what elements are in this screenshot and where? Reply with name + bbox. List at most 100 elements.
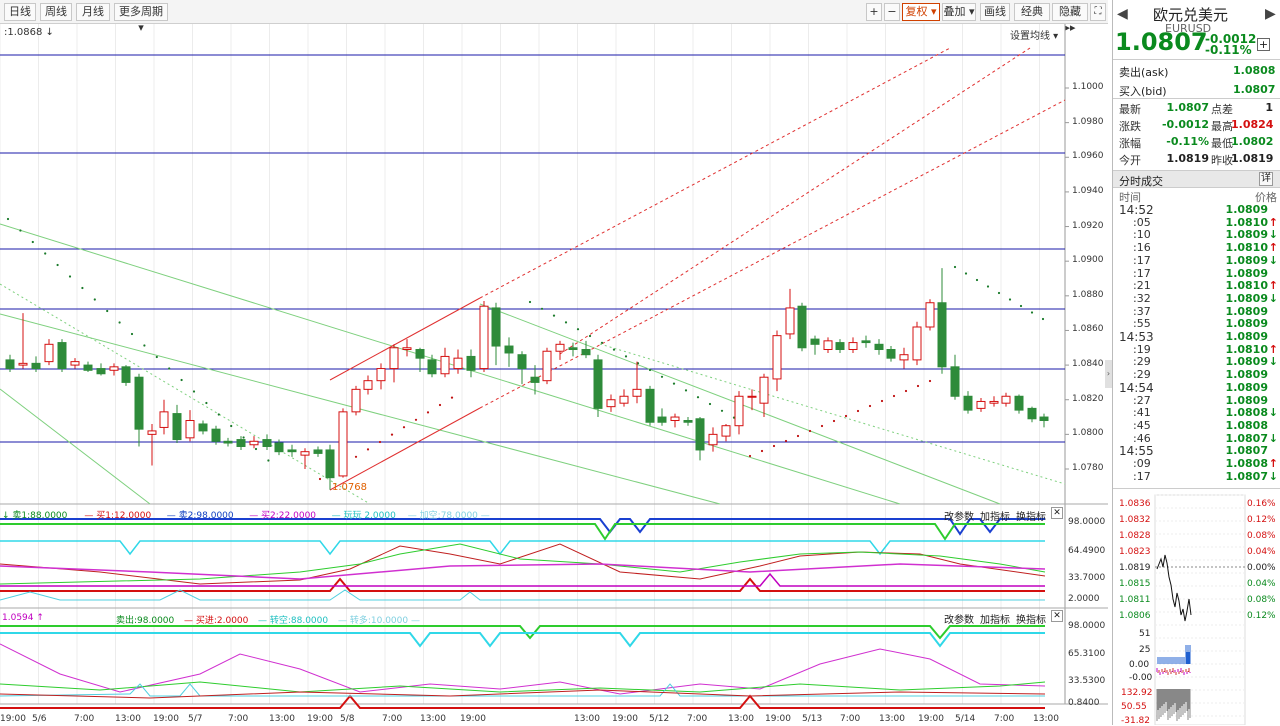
trades-detail-button[interactable]: 详 xyxy=(1259,172,1273,186)
ind1-add-indicator[interactable]: 加指标 xyxy=(980,508,1010,523)
trade-price: 1.0809 xyxy=(1225,253,1268,267)
sar-dot xyxy=(19,229,22,232)
sar-dot xyxy=(118,321,121,324)
trade-time: :10 xyxy=(1133,228,1151,242)
sar-dot xyxy=(528,300,532,304)
sar-dot xyxy=(808,429,812,433)
time-tick: 5/14 xyxy=(955,714,976,724)
candle-body xyxy=(772,335,782,380)
time-tick: 7:00 xyxy=(687,714,708,724)
add-favorite-icon[interactable]: + xyxy=(1257,38,1270,51)
sar-dot xyxy=(1041,317,1045,321)
ind1-legend-item: ↓ 卖1:88.0000 xyxy=(2,511,68,521)
sar-dot xyxy=(378,440,382,444)
candle-body xyxy=(121,366,131,383)
channel-line xyxy=(559,47,1031,355)
ma-setting-dropdown[interactable]: 设置均线 ▾ xyxy=(1010,27,1058,42)
candle-body xyxy=(989,400,999,404)
trade-price: 1.0809 xyxy=(1225,304,1268,318)
hide-button[interactable]: 隐藏 ▸▸ xyxy=(1052,3,1088,34)
time-tick: 5/8 xyxy=(340,714,355,724)
fullscreen-icon[interactable]: ⛶ xyxy=(1090,3,1106,21)
candle-body xyxy=(747,395,757,398)
ind1-close-icon[interactable]: ✕ xyxy=(1051,507,1063,519)
price-tick: 1.0920 xyxy=(1072,220,1104,231)
trend-line xyxy=(0,283,371,505)
prev-symbol-icon[interactable]: ◀ xyxy=(1117,6,1128,22)
candle-body xyxy=(695,418,705,451)
candle-body xyxy=(70,361,80,366)
candle-body xyxy=(249,440,259,446)
draw-line-button[interactable]: 画线 xyxy=(980,3,1010,21)
candle-body xyxy=(18,362,28,366)
candle-body xyxy=(606,399,616,408)
price-tick: 1.0900 xyxy=(1072,255,1104,266)
collapse-panel-handle[interactable]: › xyxy=(1105,360,1112,388)
trend-line xyxy=(0,388,151,505)
next-symbol-icon[interactable]: ▶ xyxy=(1265,6,1276,22)
candle-body xyxy=(1014,395,1024,411)
sar-dot xyxy=(880,399,884,403)
candle-body xyxy=(1001,395,1011,404)
ind2-close-icon[interactable]: ✕ xyxy=(1051,610,1063,622)
sar-dot xyxy=(254,447,258,451)
time-tick: 13:00 xyxy=(420,714,446,724)
ind1-edit-params[interactable]: 改参数 xyxy=(944,508,974,523)
trade-price: 1.0809 xyxy=(1225,317,1268,331)
time-tick: 19:00 xyxy=(918,714,944,724)
candle-body xyxy=(683,420,693,423)
sar-dot xyxy=(414,418,418,421)
sar-dot xyxy=(390,433,394,436)
ind2-add-indicator[interactable]: 加指标 xyxy=(980,611,1010,626)
candle-body xyxy=(83,364,93,371)
sar-dot xyxy=(68,275,72,278)
time-tick: 19:00 xyxy=(460,714,486,724)
adjust-dropdown[interactable]: 复权 ▾ xyxy=(902,3,940,21)
sar-dot xyxy=(928,379,932,383)
mini-ind-label: -0.00 xyxy=(1129,673,1153,683)
candle-body xyxy=(134,376,144,430)
ind2-edit-params[interactable]: 改参数 xyxy=(944,611,974,626)
sar-dot xyxy=(564,321,568,324)
ind1-line xyxy=(0,577,1045,592)
sar-dot xyxy=(796,434,800,438)
stat-label: 点差 xyxy=(1211,103,1233,116)
candle-body xyxy=(937,302,947,368)
tab-monthly[interactable]: 月线 xyxy=(76,3,110,21)
candle-body xyxy=(835,342,845,351)
more-periods-dropdown[interactable]: 更多周期 ▾ xyxy=(114,3,168,34)
ind2-tick: 98.0000 xyxy=(1068,621,1106,631)
candle-body xyxy=(109,366,119,371)
zoom-out-button[interactable]: − xyxy=(884,3,900,21)
mini-pct-label: 0.12% xyxy=(1247,515,1276,525)
candle-body xyxy=(313,449,323,454)
overlay-dropdown[interactable]: 叠加 ▾ xyxy=(942,3,976,21)
sar-dot xyxy=(648,368,652,372)
candle-body xyxy=(5,359,15,370)
ind1-legend-item: — 买2:22.0000 xyxy=(249,511,317,521)
candle-body xyxy=(185,420,195,439)
tab-daily[interactable]: 日线 xyxy=(4,3,36,21)
tab-weekly[interactable]: 周线 xyxy=(40,3,72,21)
down-arrow-icon: ↓ xyxy=(1268,228,1278,242)
quote-panel: ◀ 欧元兑美元 ▶ EURUSD 1.0807 -0.0012 -0.11% +… xyxy=(1112,0,1280,726)
candle-body xyxy=(96,368,106,375)
trade-time: :32 xyxy=(1133,291,1151,305)
candle-body xyxy=(734,395,744,427)
candle-body xyxy=(721,425,731,437)
divider xyxy=(1113,59,1280,60)
ind2-left-value: 1.0594 ↑ xyxy=(2,613,44,623)
chart-area[interactable]: :1.0868 ↓ 设置均线 ▾ 1.1000 1.0980 1.0960 1.094… xyxy=(0,24,1108,725)
sar-dot xyxy=(106,309,109,313)
candle-body xyxy=(415,349,425,359)
candle-body xyxy=(453,357,463,370)
candle-body xyxy=(287,449,297,453)
trade-time: :05 xyxy=(1133,215,1151,229)
classic-button[interactable]: 经典 xyxy=(1014,3,1050,21)
ind2-switch-indicator[interactable]: 换指标 xyxy=(1016,611,1046,626)
ind1-switch-indicator[interactable]: 换指标 xyxy=(1016,508,1046,523)
stat-label: 涨跌 xyxy=(1119,120,1141,133)
mini-volume-label: 0.00 xyxy=(1129,660,1150,670)
zoom-in-button[interactable]: + xyxy=(866,3,882,21)
stat-value: 1.0802 xyxy=(1231,135,1274,148)
